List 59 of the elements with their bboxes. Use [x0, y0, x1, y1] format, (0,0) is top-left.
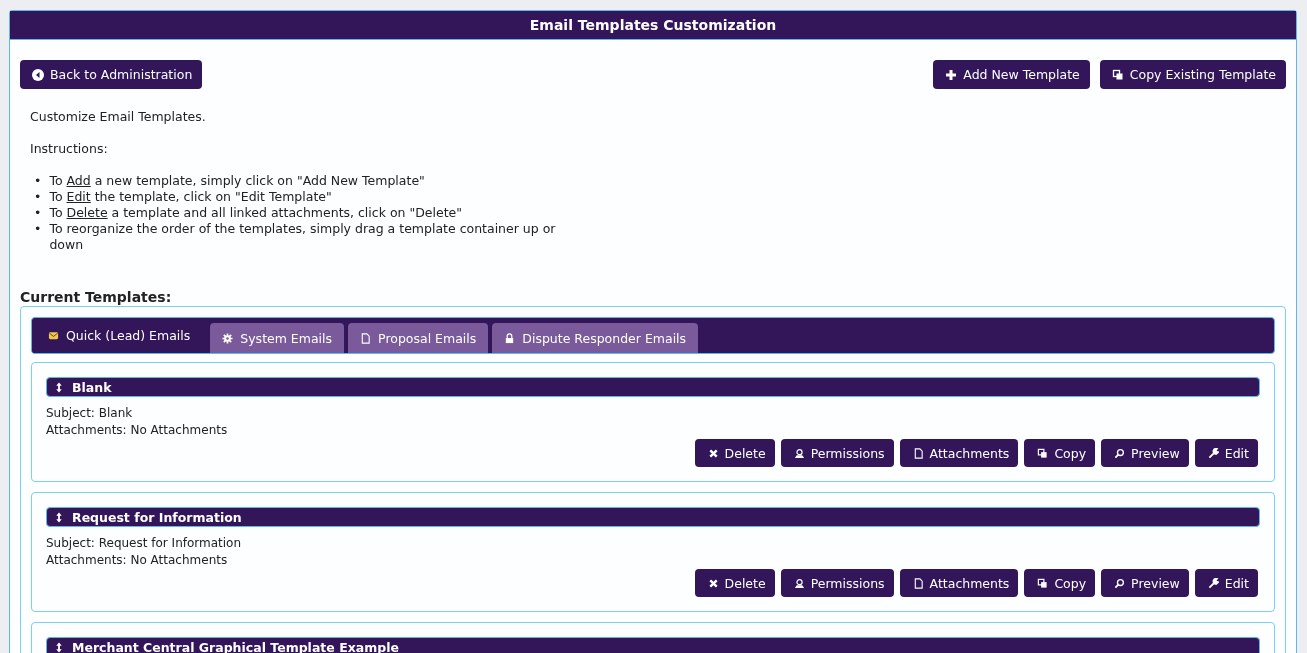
user-icon: [793, 447, 805, 459]
window-title: Email Templates Customization: [10, 11, 1296, 40]
close-icon: [707, 447, 719, 459]
back-button[interactable]: Back to Administration: [20, 60, 203, 89]
preview-button[interactable]: Preview: [1101, 569, 1189, 597]
settings-icon: [222, 332, 234, 344]
tab[interactable]: Proposal Emails: [348, 323, 489, 353]
document-icon: [912, 577, 924, 589]
attachments-text: Attachments: No Attachments: [46, 422, 229, 439]
search-icon: [1114, 447, 1126, 459]
lock-icon: [504, 332, 516, 344]
subject-text: Subject: Request for Information: [46, 535, 243, 552]
user-icon: [793, 577, 805, 589]
instruction-item: To reorganize the order of the templates, simply drag a template container up or down: [49, 221, 557, 253]
tab[interactable]: System Emails: [210, 323, 345, 353]
envelope-icon: [48, 330, 59, 341]
instruction-item: To Edit the template, click on "Edit Template": [49, 189, 332, 205]
template-header[interactable]: Request for Information: [46, 507, 1260, 527]
document-icon: [912, 447, 924, 459]
plus-icon: [945, 68, 958, 81]
doc-button[interactable]: Attachments: [899, 439, 1019, 467]
section-title: Current Templates:: [20, 289, 173, 305]
bullet-marker: •: [34, 221, 42, 238]
add-template-button[interactable]: Add New Template: [933, 60, 1090, 89]
copy-icon: [1037, 447, 1049, 459]
document-icon: [360, 332, 372, 344]
search-icon: [1114, 577, 1126, 589]
template-name: Blank: [72, 379, 112, 395]
template-name: Request for Information: [72, 509, 242, 525]
attachments-text: Attachments: No Attachments: [46, 552, 229, 569]
user-button[interactable]: Permissions: [780, 439, 894, 467]
wrench-icon: [1207, 447, 1219, 459]
subject-text: Subject: Blank: [46, 405, 134, 422]
copy-button[interactable]: Copy: [1024, 569, 1096, 597]
instruction-item: To Delete a template and all linked attachments, click on "Delete": [49, 205, 462, 221]
copy-icon: [1111, 68, 1124, 81]
delete-button[interactable]: Delete: [694, 439, 775, 467]
bullet-marker: •: [34, 205, 42, 221]
doc-button[interactable]: Attachments: [899, 569, 1019, 597]
updown-arrow-icon: [55, 641, 63, 653]
instruction-item: To Add a new template, simply click on "Add New Template": [49, 173, 425, 189]
edit-button[interactable]: Edit: [1194, 439, 1258, 467]
instructions-heading: Instructions:: [30, 141, 109, 157]
user-button[interactable]: Permissions: [780, 569, 894, 597]
copy-icon: [1037, 577, 1049, 589]
bullet-marker: •: [34, 189, 42, 205]
bullet-marker: •: [34, 173, 42, 189]
edit-button[interactable]: Edit: [1194, 569, 1258, 597]
copy-button[interactable]: Copy: [1024, 439, 1096, 467]
updown-arrow-icon: [55, 511, 63, 523]
delete-button[interactable]: Delete: [694, 569, 775, 597]
copy-template-button[interactable]: Copy Existing Template: [1099, 60, 1286, 89]
wrench-icon: [1207, 577, 1219, 589]
template-header[interactable]: Blank: [46, 377, 1260, 397]
intro-text: Customize Email Templates.: [30, 109, 207, 125]
close-icon: [707, 577, 719, 589]
tab[interactable]: Dispute Responder Emails: [492, 323, 699, 353]
updown-arrow-icon: [55, 381, 63, 393]
preview-button[interactable]: Preview: [1101, 439, 1189, 467]
